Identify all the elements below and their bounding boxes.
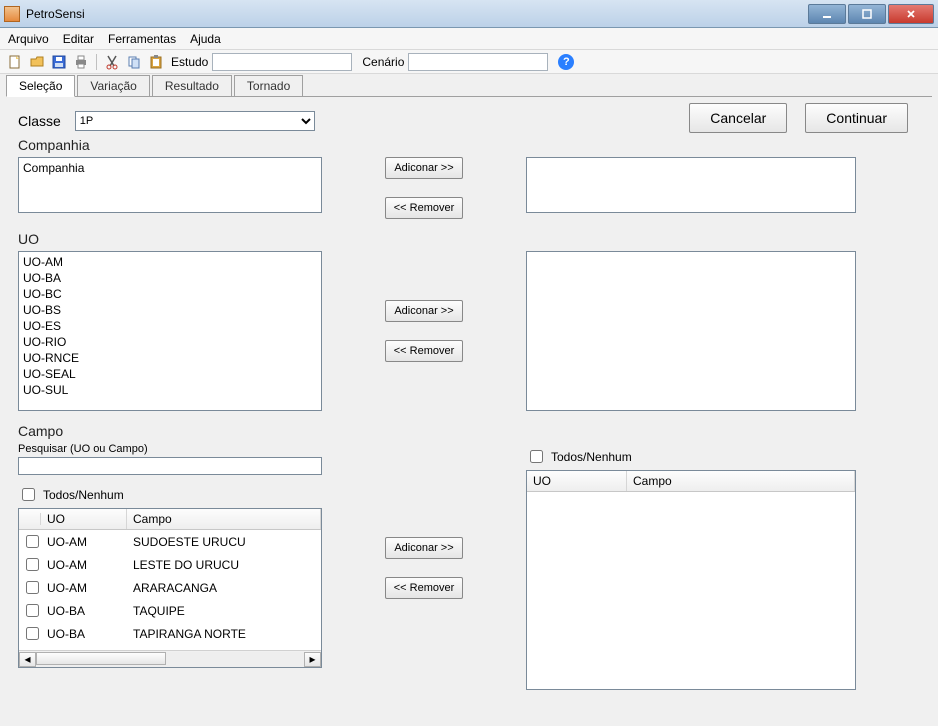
campo-remover-button[interactable]: << Remover xyxy=(385,577,463,599)
row-uo: UO-AM xyxy=(43,581,129,595)
campo-search-input[interactable] xyxy=(18,457,322,475)
list-item[interactable]: UO-BS xyxy=(23,302,317,318)
list-item[interactable]: UO-ES xyxy=(23,318,317,334)
maximize-button[interactable] xyxy=(848,4,886,24)
companhia-selected-listbox[interactable] xyxy=(526,157,856,213)
list-item[interactable]: UO-SEAL xyxy=(23,366,317,382)
open-icon[interactable] xyxy=(28,53,46,71)
row-checkbox[interactable] xyxy=(26,535,39,548)
close-button[interactable] xyxy=(888,4,934,24)
uo-selected-listbox[interactable] xyxy=(526,251,856,411)
campo-adicionar-button[interactable]: Adiconar >> xyxy=(385,537,463,559)
table-row[interactable]: UO-AMARARACANGA xyxy=(19,576,321,599)
uo-adicionar-button[interactable]: Adiconar >> xyxy=(385,300,463,322)
companhia-listbox[interactable]: Companhia xyxy=(18,157,322,213)
tab-selecao[interactable]: Seleção xyxy=(6,75,75,97)
uo-remover-button[interactable]: << Remover xyxy=(385,340,463,362)
menu-ferramentas[interactable]: Ferramentas xyxy=(108,32,176,46)
companhia-remover-button[interactable]: << Remover xyxy=(385,197,463,219)
campo-header-campo[interactable]: Campo xyxy=(127,509,321,529)
campo-header-check[interactable] xyxy=(19,513,41,525)
campo-hscrollbar[interactable]: ◂ ▸ xyxy=(19,650,321,667)
print-icon[interactable] xyxy=(72,53,90,71)
list-item[interactable]: UO-AM xyxy=(23,254,317,270)
cancelar-button[interactable]: Cancelar xyxy=(689,103,787,133)
tab-resultado[interactable]: Resultado xyxy=(152,75,232,97)
window-title: PetroSensi xyxy=(26,7,808,21)
classe-select[interactable]: 1P xyxy=(75,111,315,131)
row-checkbox[interactable] xyxy=(26,558,39,571)
table-row[interactable]: UO-AMLESTE DO URUCU xyxy=(19,553,321,576)
scroll-left-icon[interactable]: ◂ xyxy=(19,652,36,667)
row-checkbox[interactable] xyxy=(26,604,39,617)
scroll-right-icon[interactable]: ▸ xyxy=(304,652,321,667)
toolbar-separator xyxy=(96,54,97,70)
save-icon[interactable] xyxy=(50,53,68,71)
selected-todos-checkbox[interactable]: Todos/Nenhum xyxy=(526,447,856,466)
menu-bar: Arquivo Editar Ferramentas Ajuda xyxy=(0,28,938,50)
row-campo: TAQUIPE xyxy=(129,604,319,618)
list-item[interactable]: UO-BA xyxy=(23,270,317,286)
row-campo: SUDOESTE URUCU xyxy=(129,535,319,549)
classe-label: Classe xyxy=(18,113,61,129)
list-item[interactable]: UO-BC xyxy=(23,286,317,302)
help-icon[interactable]: ? xyxy=(558,54,574,70)
row-uo: UO-AM xyxy=(43,535,129,549)
paste-icon[interactable] xyxy=(147,53,165,71)
campo-header-uo[interactable]: UO xyxy=(41,509,127,529)
companhia-heading: Companhia xyxy=(18,137,920,153)
estudo-input[interactable] xyxy=(212,53,352,71)
row-uo: UO-BA xyxy=(43,604,129,618)
row-checkbox[interactable] xyxy=(26,581,39,594)
list-item[interactable]: Companhia xyxy=(23,160,317,176)
row-campo: TAPIRANGA NORTE xyxy=(129,627,319,641)
list-item[interactable]: UO-SUL xyxy=(23,382,317,398)
campo-table[interactable]: UO Campo UO-AMSUDOESTE URUCUUO-AMLESTE D… xyxy=(18,508,322,668)
continuar-button[interactable]: Continuar xyxy=(805,103,908,133)
app-icon xyxy=(4,6,20,22)
menu-arquivo[interactable]: Arquivo xyxy=(8,32,49,46)
minimize-button[interactable] xyxy=(808,4,846,24)
copy-icon[interactable] xyxy=(125,53,143,71)
list-item[interactable]: UO-RNCE xyxy=(23,350,317,366)
table-row[interactable]: UO-AMSUDOESTE URUCU xyxy=(19,530,321,553)
content-area: Cancelar Continuar Classe 1P Companhia C… xyxy=(0,97,938,719)
row-campo: ARARACANGA xyxy=(129,581,319,595)
table-row[interactable]: UO-BATAPIRANGA NORTE xyxy=(19,622,321,645)
cenario-input[interactable] xyxy=(408,53,548,71)
row-campo: LESTE DO URUCU xyxy=(129,558,319,572)
table-row[interactable]: UO-BATAQUIPE xyxy=(19,599,321,622)
row-checkbox[interactable] xyxy=(26,627,39,640)
selected-header-uo[interactable]: UO xyxy=(527,471,627,491)
new-icon[interactable] xyxy=(6,53,24,71)
scroll-thumb[interactable] xyxy=(36,652,166,665)
toolbar: Estudo Cenário ? xyxy=(0,50,938,74)
menu-editar[interactable]: Editar xyxy=(63,32,94,46)
selected-table[interactable]: UO Campo xyxy=(526,470,856,690)
campo-search-label: Pesquisar (UO ou Campo) xyxy=(18,443,322,455)
list-item[interactable]: UO-RIO xyxy=(23,334,317,350)
title-bar: PetroSensi xyxy=(0,0,938,28)
tab-variacao[interactable]: Variação xyxy=(77,75,149,97)
tab-strip: Seleção Variação Resultado Tornado xyxy=(0,74,938,96)
campo-heading: Campo xyxy=(18,423,920,439)
tab-tornado[interactable]: Tornado xyxy=(234,75,303,97)
selected-header-campo[interactable]: Campo xyxy=(627,471,855,491)
row-uo: UO-AM xyxy=(43,558,129,572)
estudo-label: Estudo xyxy=(171,55,208,69)
uo-heading: UO xyxy=(18,231,920,247)
row-uo: UO-BA xyxy=(43,627,129,641)
cenario-label: Cenário xyxy=(362,55,404,69)
cut-icon[interactable] xyxy=(103,53,121,71)
campo-todos-checkbox[interactable]: Todos/Nenhum xyxy=(18,485,322,504)
uo-listbox[interactable]: UO-AMUO-BAUO-BCUO-BSUO-ESUO-RIOUO-RNCEUO… xyxy=(18,251,322,411)
menu-ajuda[interactable]: Ajuda xyxy=(190,32,221,46)
companhia-adicionar-button[interactable]: Adiconar >> xyxy=(385,157,463,179)
